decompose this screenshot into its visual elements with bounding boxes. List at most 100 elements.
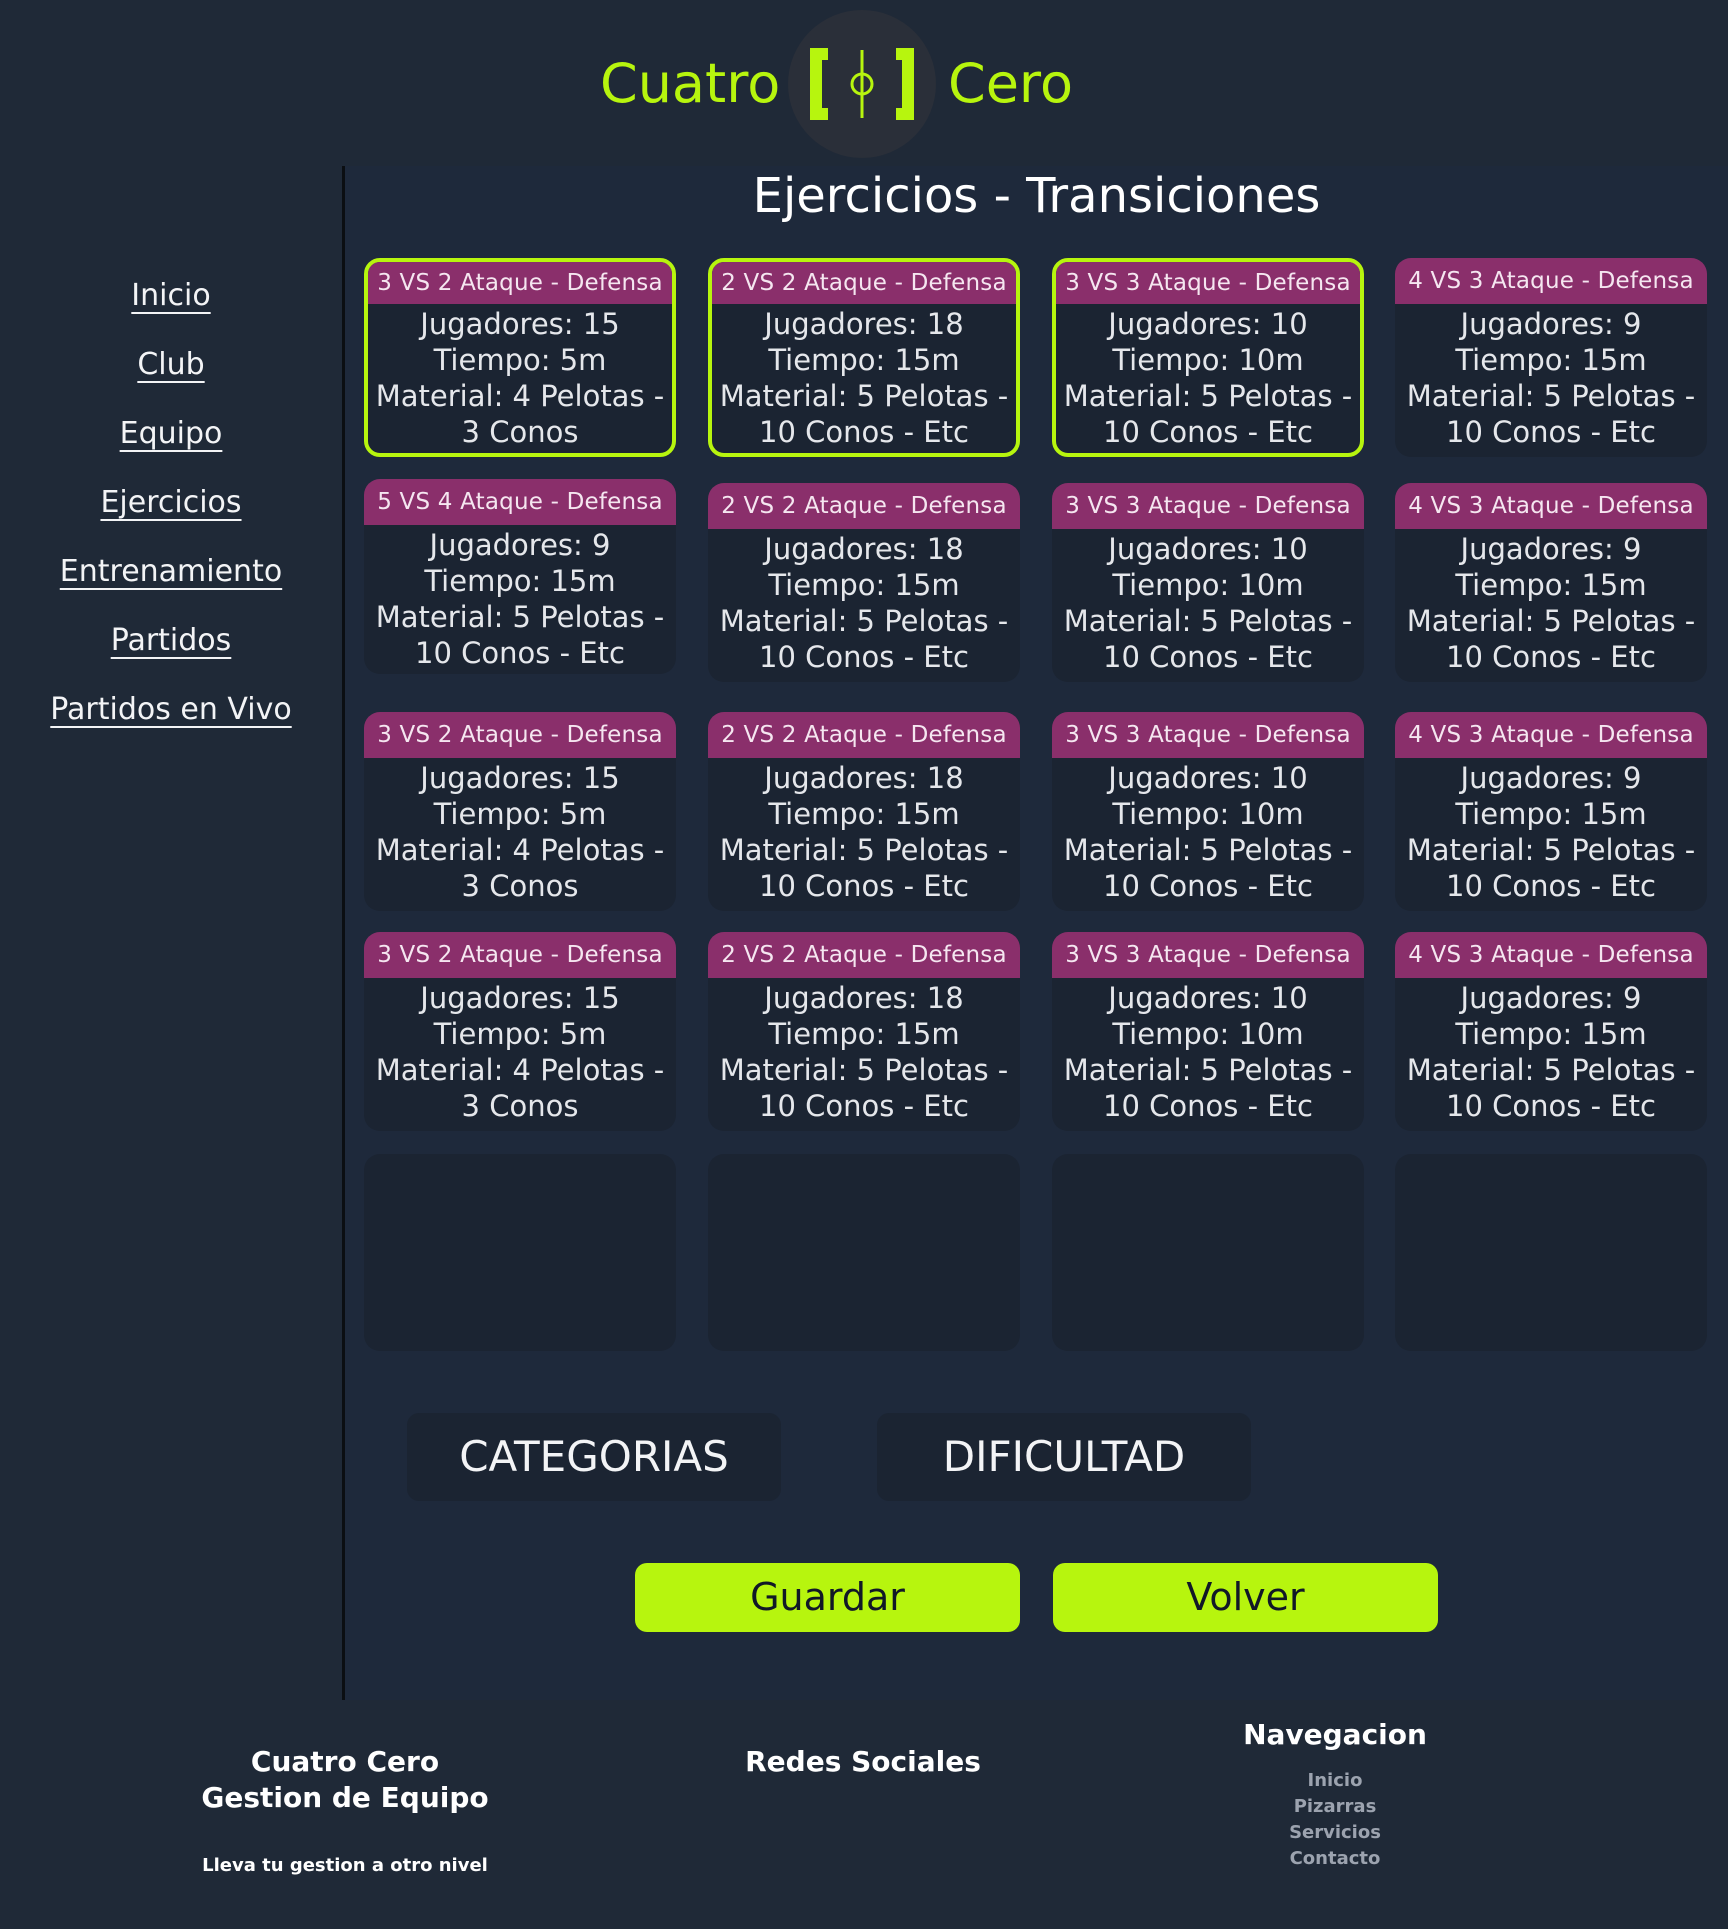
footer-nav-title: Navegacion — [1243, 1718, 1427, 1751]
exercise-card-title: 3 VS 3 Ataque - Defensa — [1056, 262, 1360, 304]
exercise-card-body: Jugadores: 9 Tiempo: 15m Material: 5 Pelot… — [1395, 978, 1707, 1124]
exercise-card-body: Jugadores: 15 Tiempo: 5m Material: 4 Pelot… — [368, 304, 672, 450]
exercise-tiempo: Tiempo: 15m — [768, 1017, 960, 1051]
exercise-material: Material: 5 Pelotas - — [1063, 379, 1353, 413]
exercise-card[interactable]: 4 VS 3 Ataque - Defensa Jugadores: 9 Tiemp… — [1395, 483, 1707, 682]
exercise-material-cont: 10 Conos - Etc — [1103, 869, 1313, 903]
sidebar-item-label[interactable]: Club — [137, 347, 204, 382]
exercise-card[interactable]: 2 VS 2 Ataque - Defensa Jugadores: 18 Tiem… — [708, 932, 1020, 1131]
exercise-card[interactable]: 4 VS 3 Ataque - Defensa Jugadores: 9 Tiemp… — [1395, 712, 1707, 911]
exercise-card[interactable]: 2 VS 2 Ataque - Defensa Jugadores: 18 Tiem… — [708, 258, 1020, 457]
sidebar-item-label[interactable]: Ejercicios — [100, 485, 241, 520]
sidebar-item-partidos-en-vivo[interactable]: Partidos en Vivo — [0, 692, 342, 727]
sidebar-item-label[interactable]: Entrenamiento — [60, 554, 282, 589]
exercise-material: Material: 5 Pelotas - — [1063, 1053, 1353, 1087]
guardar-button[interactable]: Guardar — [635, 1563, 1020, 1632]
exercise-card-body: Jugadores: 9 Tiempo: 15m Material: 5 Pelot… — [1395, 758, 1707, 904]
exercise-card-body: Jugadores: 10 Tiempo: 10m Material: 5 Pelo… — [1052, 529, 1364, 675]
exercise-jugadores: Jugadores: 10 — [1108, 532, 1308, 566]
exercise-card[interactable]: 5 VS 4 Ataque - Defensa Jugadores: 9 Tiemp… — [364, 479, 676, 674]
exercise-tiempo: Tiempo: 10m — [1112, 568, 1304, 602]
footer-link-pizarras[interactable]: Pizarras — [1235, 1796, 1435, 1817]
volver-button[interactable]: Volver — [1053, 1563, 1438, 1632]
exercise-jugadores: Jugadores: 18 — [764, 761, 964, 795]
empty-card-slot[interactable] — [364, 1154, 676, 1351]
exercise-card[interactable]: 2 VS 2 Ataque - Defensa Jugadores: 18 Tiem… — [708, 483, 1020, 682]
exercise-tiempo: Tiempo: 15m — [1455, 568, 1647, 602]
exercise-material-cont: 10 Conos - Etc — [1103, 415, 1313, 449]
logo[interactable] — [788, 10, 936, 158]
sidebar-item-label[interactable]: Inicio — [131, 278, 210, 313]
exercise-jugadores: Jugadores: 9 — [1460, 981, 1642, 1015]
exercise-card-title: 4 VS 3 Ataque - Defensa — [1395, 712, 1707, 758]
exercise-card[interactable]: 3 VS 3 Ataque - Defensa Jugadores: 10 Tiem… — [1052, 712, 1364, 911]
sidebar-item-label[interactable]: Partidos en Vivo — [50, 692, 291, 727]
exercise-material: Material: 5 Pelotas - — [719, 1053, 1009, 1087]
exercise-material-cont: 10 Conos - Etc — [759, 415, 969, 449]
exercise-jugadores: Jugadores: 9 — [1460, 761, 1642, 795]
exercise-material: Material: 5 Pelotas - — [1406, 604, 1696, 638]
dificultad-button[interactable]: DIFICULTAD — [877, 1413, 1251, 1501]
exercise-material: Material: 4 Pelotas - — [375, 1053, 665, 1087]
exercise-card-body: Jugadores: 15 Tiempo: 5m Material: 4 Pelot… — [364, 978, 676, 1124]
sidebar-item-club[interactable]: Club — [0, 347, 342, 382]
exercise-tiempo: Tiempo: 15m — [1455, 343, 1647, 377]
exercise-card[interactable]: 3 VS 2 Ataque - Defensa Jugadores: 15 Tiem… — [364, 258, 676, 457]
exercise-jugadores: Jugadores: 15 — [420, 981, 620, 1015]
exercise-material-cont: 10 Conos - Etc — [759, 1089, 969, 1123]
goal-brackets-icon — [810, 48, 914, 120]
exercise-material-cont: 3 Conos — [461, 1089, 579, 1123]
exercise-material: Material: 5 Pelotas - — [719, 604, 1009, 638]
footer-link-contacto[interactable]: Contacto — [1235, 1848, 1435, 1869]
empty-card-slot[interactable] — [1052, 1154, 1364, 1351]
exercise-card-body: Jugadores: 9 Tiempo: 15m Material: 5 Pelot… — [1395, 529, 1707, 675]
exercise-card-title: 5 VS 4 Ataque - Defensa — [364, 479, 676, 525]
exercise-card-body: Jugadores: 18 Tiempo: 15m Material: 5 Pelo… — [708, 529, 1020, 675]
exercise-card[interactable]: 3 VS 2 Ataque - Defensa Jugadores: 15 Tiem… — [364, 932, 676, 1131]
sidebar-item-partidos[interactable]: Partidos — [0, 623, 342, 658]
exercise-card-body: Jugadores: 10 Tiempo: 10m Material: 5 Pelo… — [1056, 304, 1360, 450]
exercise-card-body: Jugadores: 18 Tiempo: 15m Material: 5 Pelo… — [712, 304, 1016, 450]
exercise-material-cont: 10 Conos - Etc — [1446, 1089, 1656, 1123]
exercise-jugadores: Jugadores: 18 — [764, 981, 964, 1015]
exercise-jugadores: Jugadores: 18 — [764, 307, 964, 341]
exercise-material-cont: 10 Conos - Etc — [759, 869, 969, 903]
header: Cuatro Cero — [0, 0, 1728, 166]
exercise-card[interactable]: 4 VS 3 Ataque - Defensa Jugadores: 9 Tiemp… — [1395, 932, 1707, 1131]
sidebar-item-equipo[interactable]: Equipo — [0, 416, 342, 451]
exercise-card[interactable]: 3 VS 2 Ataque - Defensa Jugadores: 15 Tiem… — [364, 712, 676, 911]
exercise-material: Material: 5 Pelotas - — [1406, 1053, 1696, 1087]
footer-link-inicio[interactable]: Inicio — [1235, 1770, 1435, 1791]
sidebar-item-label[interactable]: Equipo — [120, 416, 223, 451]
exercise-tiempo: Tiempo: 5m — [433, 1017, 607, 1051]
exercise-tiempo: Tiempo: 15m — [1455, 797, 1647, 831]
exercise-card[interactable]: 4 VS 3 Ataque - Defensa Jugadores: 9 Tiemp… — [1395, 258, 1707, 457]
sidebar-item-ejercicios[interactable]: Ejercicios — [0, 485, 342, 520]
exercise-card-title: 2 VS 2 Ataque - Defensa — [712, 262, 1016, 304]
exercise-card-title: 3 VS 3 Ataque - Defensa — [1052, 932, 1364, 978]
exercise-card[interactable]: 3 VS 3 Ataque - Defensa Jugadores: 10 Tiem… — [1052, 258, 1364, 457]
empty-card-slot[interactable] — [708, 1154, 1020, 1351]
exercise-material-cont: 10 Conos - Etc — [1103, 1089, 1313, 1123]
sidebar-item-entrenamiento[interactable]: Entrenamiento — [0, 554, 342, 589]
exercise-card[interactable]: 3 VS 3 Ataque - Defensa Jugadores: 10 Tiem… — [1052, 483, 1364, 682]
exercise-card-title: 2 VS 2 Ataque - Defensa — [708, 483, 1020, 529]
sidebar-item-label[interactable]: Partidos — [111, 623, 232, 658]
exercise-material: Material: 5 Pelotas - — [1063, 604, 1353, 638]
exercise-material-cont: 3 Conos — [461, 415, 579, 449]
exercise-tiempo: Tiempo: 15m — [768, 343, 960, 377]
categorias-button[interactable]: CATEGORIAS — [407, 1413, 781, 1501]
exercise-card-title: 3 VS 2 Ataque - Defensa — [368, 262, 672, 304]
sidebar-item-inicio[interactable]: Inicio — [0, 278, 342, 313]
exercise-material: Material: 5 Pelotas - — [375, 600, 665, 634]
empty-card-slot[interactable] — [1395, 1154, 1707, 1351]
exercise-material-cont: 10 Conos - Etc — [1446, 640, 1656, 674]
exercise-material-cont: 10 Conos - Etc — [1446, 415, 1656, 449]
exercise-card-title: 4 VS 3 Ataque - Defensa — [1395, 932, 1707, 978]
exercise-card[interactable]: 2 VS 2 Ataque - Defensa Jugadores: 18 Tiem… — [708, 712, 1020, 911]
exercise-card[interactable]: 3 VS 3 Ataque - Defensa Jugadores: 10 Tiem… — [1052, 932, 1364, 1131]
exercise-material-cont: 3 Conos — [461, 869, 579, 903]
exercise-material: Material: 5 Pelotas - — [719, 833, 1009, 867]
exercise-card-title: 3 VS 3 Ataque - Defensa — [1052, 483, 1364, 529]
footer-link-servicios[interactable]: Servicios — [1235, 1822, 1435, 1843]
